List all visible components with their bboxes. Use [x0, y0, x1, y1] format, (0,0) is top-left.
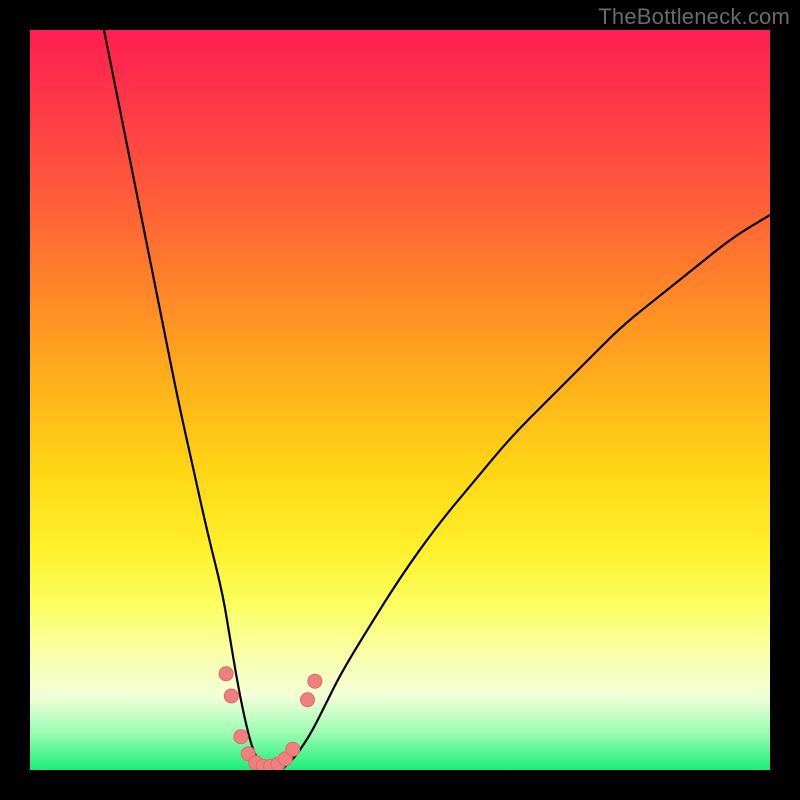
bottleneck-chart-svg — [30, 30, 770, 770]
chart-frame: TheBottleneck.com — [0, 0, 800, 800]
highlight-dot — [224, 689, 238, 703]
highlight-dot — [301, 693, 315, 707]
plot-area — [30, 30, 770, 770]
highlight-dot — [286, 742, 300, 756]
watermark-text: TheBottleneck.com — [598, 4, 790, 30]
highlight-dot — [234, 730, 248, 744]
bottleneck-curve — [104, 30, 770, 770]
highlight-dot — [219, 667, 233, 681]
highlight-dot — [308, 674, 322, 688]
